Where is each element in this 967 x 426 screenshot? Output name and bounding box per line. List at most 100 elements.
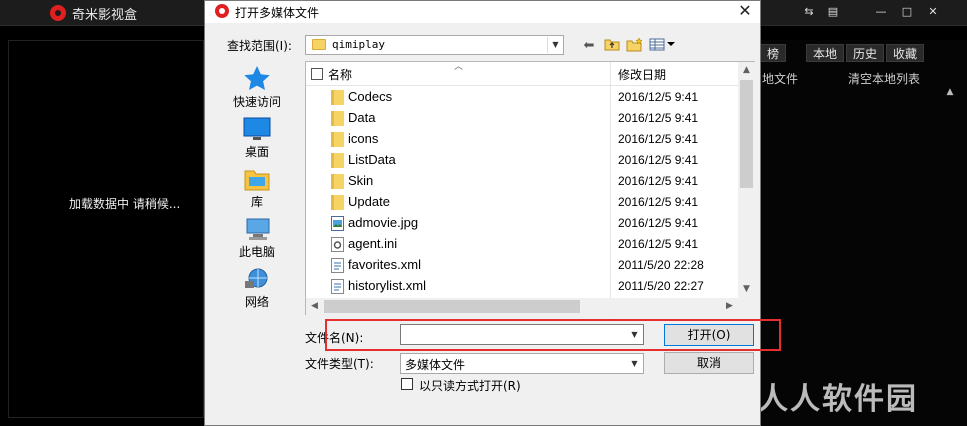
place-label: 快速访问 [232,95,281,109]
file-name: agent.ini [348,236,398,251]
place-label: 此电脑 [238,245,275,259]
watermark: 人人软件园 [758,382,918,417]
file-date: 2016/12/5 9:41 [618,90,699,104]
local-files-link[interactable]: 地文件 [762,70,798,87]
vertical-scroll-thumb[interactable] [740,80,753,188]
folder-icon [331,153,344,168]
file-date: 2011/5/20 22:27 [618,279,704,293]
cancel-button[interactable]: 取消 [664,352,754,374]
file-row[interactable]: Update 2016/12/5 9:41 [306,192,738,213]
file-name: Skin [348,173,374,188]
quick-access-star-icon [244,66,270,90]
new-folder-icon[interactable] [625,37,645,55]
place-this-pc[interactable]: 此电脑 [221,217,293,260]
skin-icon[interactable]: ▤ [822,2,844,22]
filetype-label: 文件类型(T): [305,357,374,371]
file-row[interactable]: historylist.xml 2011/5/20 22:27 [306,276,738,297]
readonly-checkbox[interactable] [401,378,413,390]
network-icon [245,268,268,288]
file-date: 2016/12/5 9:41 [618,132,699,146]
scroll-left-icon[interactable]: ◀ [306,298,323,315]
xml-file-icon [331,258,344,273]
place-library[interactable]: 库 [221,167,293,210]
file-row[interactable]: Data 2016/12/5 9:41 [306,108,738,129]
file-row[interactable]: agent.ini 2016/12/5 9:41 [306,234,738,255]
video-area[interactable]: 加载数据中 请稍候... [8,40,204,418]
file-row[interactable]: icons 2016/12/5 9:41 [306,129,738,150]
menu-icon[interactable]: ⇆ [798,2,820,22]
file-name: icons [348,131,379,146]
view-menu-icon[interactable] [649,37,677,55]
file-name: Codecs [348,89,393,104]
file-list-header: 名称 ︿ 修改日期 [306,62,738,86]
look-in-label: 查找范围(I): [227,39,292,53]
highlight-annotation-box [325,319,781,351]
dialog-close-icon[interactable]: ✕ [731,1,759,23]
file-name: favorites.xml [348,257,421,272]
back-icon[interactable]: ⬅ [579,37,599,55]
app-logo-icon [50,5,66,21]
place-desktop[interactable]: 桌面 [221,117,293,160]
clear-local-list-link[interactable]: 清空本地列表 [848,70,920,87]
playlist-scroll-up-icon[interactable]: ▲ [942,84,958,100]
library-icon [244,170,270,191]
place-label: 库 [250,195,263,209]
vertical-scrollbar[interactable]: ▲ ▼ [738,62,755,298]
scroll-down-icon[interactable]: ▼ [738,281,755,298]
horizontal-scroll-thumb[interactable] [324,300,580,313]
app-title: 奇米影视盒 [72,8,138,23]
column-header-name[interactable]: 名称 [328,66,352,83]
chevron-down-icon[interactable]: ▼ [547,37,563,53]
settings-file-icon [331,237,344,252]
file-date: 2016/12/5 9:41 [618,216,699,230]
folder-icon [331,174,344,189]
chevron-down-icon[interactable]: ▼ [626,354,643,373]
look-in-combo[interactable]: qimiplay ▼ [305,35,564,55]
place-network[interactable]: 网络 [221,267,293,310]
xml-file-icon [331,279,344,294]
tab-history[interactable]: 历史 [846,44,885,62]
select-all-checkbox[interactable] [311,68,323,80]
folder-icon [331,132,344,147]
file-name: ListData [348,152,396,167]
readonly-label: 以只读方式打开(R) [419,379,521,393]
file-date: 2016/12/5 9:41 [618,174,699,188]
open-file-dialog: 打开多媒体文件 ✕ 查找范围(I): qimiplay ▼ ⬅ 快速访问 桌面 … [204,0,781,426]
file-name: Data [348,110,376,125]
tab-favorites[interactable]: 收藏 [886,44,925,62]
up-folder-icon[interactable] [603,37,621,55]
minimize-icon[interactable]: — [870,2,892,22]
close-icon[interactable]: ✕ [922,2,944,22]
file-row[interactable]: Codecs 2016/12/5 9:41 [306,87,738,108]
tab-rank[interactable]: 榜 [760,44,787,62]
file-name: Update [348,194,390,209]
image-file-icon [331,216,344,231]
file-row[interactable]: ListData 2016/12/5 9:41 [306,150,738,171]
playlist-panel: 榜 本地 历史 收藏 [760,40,967,426]
folder-icon [331,195,344,210]
look-in-value: qimiplay [332,38,385,51]
file-date: 2016/12/5 9:41 [618,237,699,251]
file-date: 2016/12/5 9:41 [618,195,699,209]
dialog-titlebar: 打开多媒体文件 ✕ [205,1,760,23]
file-row[interactable]: Skin 2016/12/5 9:41 [306,171,738,192]
file-row[interactable]: favorites.xml 2011/5/20 22:28 [306,255,738,276]
file-list[interactable]: 名称 ︿ 修改日期 Codecs 2016/12/5 9:41 Data 201… [305,61,755,316]
tab-local[interactable]: 本地 [806,44,845,62]
dialog-title: 打开多媒体文件 [235,6,320,20]
scrollbar-corner [738,298,755,315]
scroll-up-icon[interactable]: ▲ [738,62,755,79]
scroll-right-icon[interactable]: ▶ [721,298,738,315]
horizontal-scrollbar[interactable]: ◀ ▶ [306,298,738,315]
place-quick-access[interactable]: 快速访问 [221,65,293,110]
folder-icon [312,39,326,50]
maximize-icon[interactable]: □ [896,2,918,22]
file-date: 2016/12/5 9:41 [618,153,699,167]
column-header-date[interactable]: 修改日期 [618,66,666,83]
desktop-icon [243,117,271,140]
folder-icon [331,111,344,126]
file-name: admovie.jpg [348,215,419,230]
filetype-select[interactable]: 多媒体文件 [400,353,644,374]
sort-ascending-icon: ︿ [454,62,464,72]
file-row[interactable]: admovie.jpg 2016/12/5 9:41 [306,213,738,234]
